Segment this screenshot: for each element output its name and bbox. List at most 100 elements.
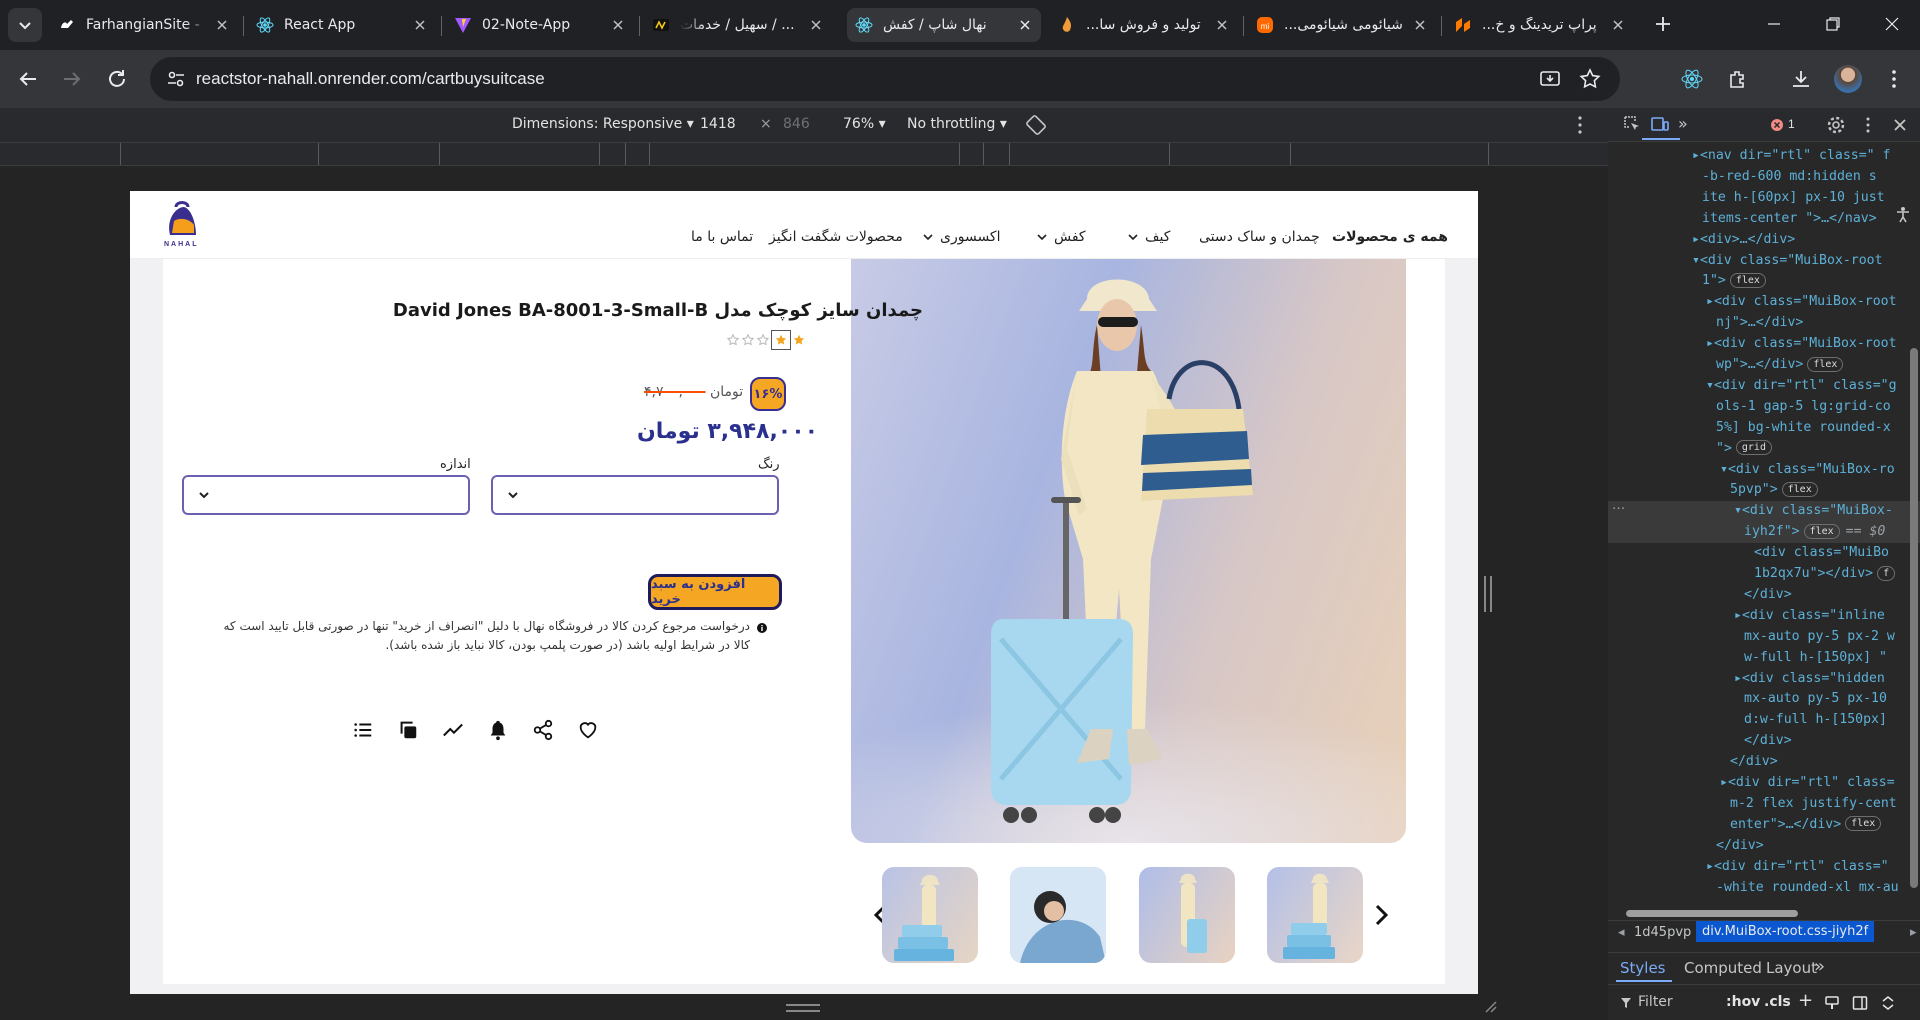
collapse-icon[interactable] — [1880, 995, 1896, 1011]
dom-node-line[interactable]: </div> — [1608, 585, 1908, 605]
back-icon[interactable] — [16, 67, 40, 91]
site-logo[interactable]: NAHAL — [162, 199, 202, 251]
accessibility-icon[interactable] — [1894, 206, 1912, 224]
inspect-element-icon[interactable] — [1622, 114, 1642, 134]
more-tabs-icon[interactable]: » — [1678, 114, 1688, 133]
tab-react-app[interactable]: React App — [248, 8, 436, 42]
chevron-right-icon[interactable] — [1372, 903, 1390, 927]
nav-bags[interactable]: کیف — [1127, 229, 1170, 245]
dom-node-line[interactable]: ▸<div class="inline — [1608, 606, 1908, 626]
dom-node-line[interactable]: ▾<div class="MuiBox-root — [1608, 251, 1908, 271]
throttling-dropdown[interactable]: No throttling ▾ — [907, 116, 1007, 132]
dom-node-line[interactable]: 1"> flex — [1608, 271, 1908, 291]
layout-badge[interactable]: flex — [1845, 816, 1882, 832]
bell-icon[interactable] — [487, 719, 509, 741]
layout-badge[interactable]: flex — [1807, 356, 1844, 372]
device-toggle-icon[interactable] — [1650, 114, 1670, 134]
dom-node-line[interactable]: w-full h-[150px] " — [1608, 648, 1908, 668]
size-select[interactable] — [182, 475, 470, 515]
dom-node-line[interactable]: m-2 flex justify-cent — [1608, 794, 1908, 814]
tab-tolid[interactable]: تولید و فروش سا... — [1050, 8, 1238, 42]
nav-contact[interactable]: تماس با ما — [691, 229, 753, 245]
thumbnail-4[interactable] — [1267, 867, 1363, 963]
more-panels-icon[interactable]: » — [1814, 956, 1825, 977]
dom-node-line[interactable]: ▸<div dir="rtl" class=" — [1608, 857, 1908, 877]
layout-badge[interactable]: flex — [1781, 481, 1818, 497]
dom-node-line[interactable]: nj">…</div> — [1608, 313, 1908, 333]
thumbnail-1[interactable] — [882, 867, 978, 963]
tab-computed[interactable]: Computed — [1684, 959, 1762, 977]
close-icon[interactable] — [1412, 17, 1428, 33]
minimize-icon[interactable] — [1764, 14, 1784, 34]
bookmark-star-icon[interactable] — [1578, 67, 1602, 91]
more-options-icon[interactable] — [1568, 113, 1592, 137]
dom-node-line[interactable]: mx-auto py-5 px-10 — [1608, 689, 1908, 709]
dom-node-line[interactable]: ▸<div class="hidden — [1608, 669, 1908, 689]
nav-shoes[interactable]: کفش — [1036, 229, 1086, 245]
breadcrumb-current[interactable]: div.MuiBox-root.css-jiyh2f — [1696, 921, 1875, 942]
layout-badge[interactable]: flex — [1803, 523, 1840, 539]
layout-badge[interactable]: f — [1877, 565, 1896, 581]
tab-note-app[interactable]: 02-Note-App — [446, 8, 634, 42]
dom-node-line[interactable]: enter">…</div> flex — [1608, 815, 1908, 835]
dom-node-line[interactable]: ▸<div class="MuiBox-root — [1608, 292, 1908, 312]
dom-node-line[interactable]: d:w-full h-[150px] — [1608, 710, 1908, 730]
breadcrumb-prev[interactable]: 1d45pvp — [1634, 925, 1691, 940]
dom-node-line[interactable]: <div class="MuiBo — [1608, 543, 1908, 563]
add-to-cart-button[interactable]: افزودن به سبد خرید — [648, 574, 782, 610]
paint-icon[interactable] — [1824, 995, 1840, 1011]
dom-node-line[interactable]: ▸<nav dir="rtl" class=" f — [1608, 146, 1908, 166]
hov-toggle[interactable]: :hov — [1726, 994, 1760, 1010]
close-icon[interactable] — [610, 17, 626, 33]
breadcrumb-right-arrow[interactable]: ▸ — [1910, 925, 1917, 940]
new-tab-icon[interactable] — [1653, 14, 1673, 34]
dom-node-line[interactable]: ite h-[60px] px-10 just — [1608, 188, 1908, 208]
nav-accessories[interactable]: اکسسوری — [922, 229, 1000, 245]
close-icon[interactable] — [214, 17, 230, 33]
site-info-icon[interactable] — [164, 67, 188, 91]
extensions-icon[interactable] — [1726, 67, 1750, 91]
thumbnail-2[interactable] — [1010, 867, 1106, 963]
error-count[interactable]: 1 — [1788, 117, 1795, 131]
omnibox[interactable]: reactstor-nahall.onrender.com/cartbuysui… — [150, 57, 1620, 101]
tab-farhangiansite[interactable]: FarhangianSite - — [50, 8, 238, 42]
share-icon[interactable] — [532, 719, 554, 741]
avatar[interactable] — [1834, 65, 1862, 93]
filter-input[interactable]: Filter — [1638, 994, 1673, 1010]
restore-icon[interactable] — [1823, 14, 1843, 34]
cls-toggle[interactable]: .cls — [1764, 994, 1791, 1010]
horizontal-scrollbar[interactable] — [1616, 908, 1906, 918]
dom-node-line[interactable]: ▸<div class="MuiBox-root — [1608, 334, 1908, 354]
dom-node-line[interactable]: -white rounded-xl mx-au — [1608, 878, 1908, 898]
dom-node-line[interactable]: </div> — [1608, 836, 1908, 856]
layout-badge[interactable]: grid — [1735, 440, 1772, 456]
tab-soheil[interactable]: سهیل / خدمات / ... — [644, 8, 832, 42]
tab-xiaomi[interactable]: mi شیائومی شیائومی... — [1248, 8, 1436, 42]
close-devtools-icon[interactable] — [1890, 115, 1910, 135]
resize-handle-right[interactable] — [1484, 576, 1492, 612]
height-input[interactable]: 846 — [783, 116, 810, 132]
dom-node-line[interactable]: ols-1 gap-5 lg:grid-co — [1608, 397, 1908, 417]
heart-icon[interactable] — [577, 719, 599, 741]
color-select[interactable] — [491, 475, 779, 515]
close-icon[interactable] — [1610, 17, 1626, 33]
devtools-menu-icon[interactable] — [1858, 115, 1878, 135]
tab-layout[interactable]: Layout — [1766, 959, 1817, 977]
width-input[interactable]: 1418 — [700, 116, 736, 132]
dom-node-line[interactable]: ▸<div>…</div> — [1608, 230, 1908, 250]
sidebar-toggle-icon[interactable] — [1852, 995, 1868, 1011]
dom-node-line[interactable]: 5%] bg-white rounded-x — [1608, 418, 1908, 438]
menu-kebab-icon[interactable] — [1882, 67, 1906, 91]
dom-node-line[interactable]: 5pvp"> flex — [1608, 480, 1908, 500]
product-main-image[interactable] — [851, 259, 1406, 843]
thumbnail-3[interactable] — [1139, 867, 1235, 963]
install-app-icon[interactable] — [1538, 67, 1562, 91]
reload-icon[interactable] — [105, 67, 129, 91]
node-ellipsis[interactable]: … — [1612, 498, 1625, 513]
chart-icon[interactable] — [442, 719, 464, 741]
dom-node-line[interactable]: items-center ">…</nav> — [1608, 209, 1908, 229]
close-icon[interactable] — [1017, 17, 1033, 33]
dom-node-line[interactable]: ▸<div dir="rtl" class= — [1608, 773, 1908, 793]
close-icon[interactable] — [1214, 17, 1230, 33]
forward-icon[interactable] — [60, 67, 84, 91]
